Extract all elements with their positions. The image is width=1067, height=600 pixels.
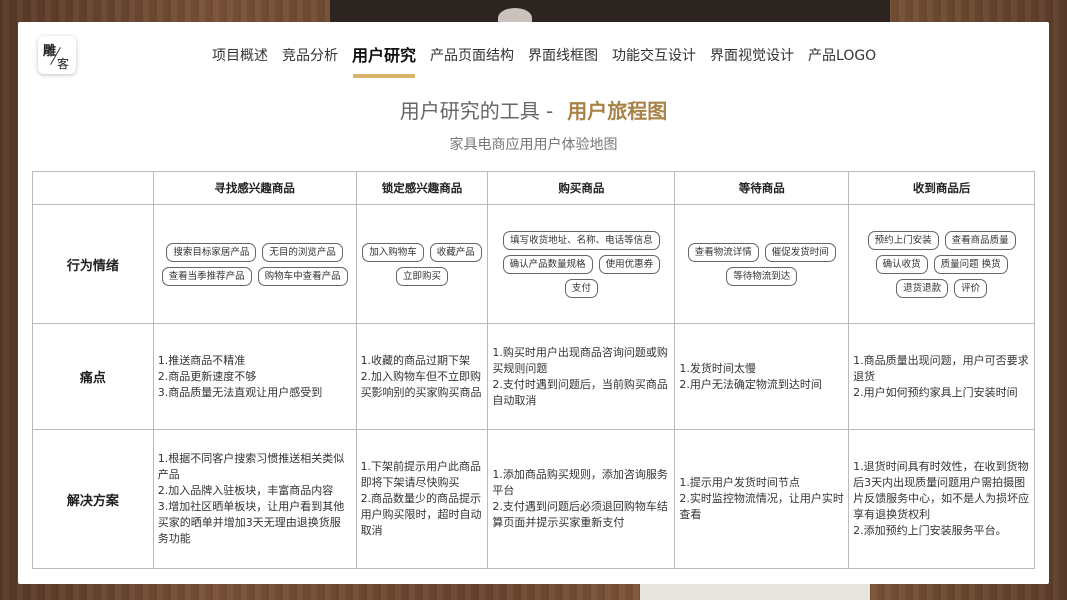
solution-item: 2.支付遇到问题后必须退回购物车结算页面并提示买家重新支付 <box>492 500 668 529</box>
behavior-tag: 确认收货 <box>875 254 928 274</box>
behavior-tags: 加入购物车 收藏产品立即购买 <box>357 237 488 292</box>
page-title: 用户研究的工具 - 用户旅程图 <box>18 95 1049 124</box>
behavior-tag: 查看商品质量 <box>944 230 1016 250</box>
solution-cell-2: 1.添加商品购买规则，添加咨询服务平台 2.支付遇到问题后必须退回购物车结算页面并… <box>487 429 676 569</box>
pain-item: 2.用户如何预约家具上门安装时间 <box>853 385 1018 399</box>
solution-item: 1.提示用户发货时间节点 <box>679 476 800 489</box>
behavior-tag: 等待物流到达 <box>726 266 798 286</box>
pain-item: 2.加入购物车但不立即购买影响别的买家购买商品 <box>360 369 482 399</box>
solution-cell-0: 1.根据不同客户搜索习惯推送相关类似产品 2.加入品牌入驻板块，丰富商品内容 3.增… <box>152 429 357 569</box>
pain-item: 1.商品质量出现问题，用户可否要求退货 <box>853 353 1029 383</box>
pain-cell-4: 1.商品质量出现问题，用户可否要求退货 2.用户如何预约家具上门安装时间 <box>848 323 1035 430</box>
solution-item: 2.商品数量少的商品提示用户购买限时，超时自动取消 <box>360 492 482 537</box>
behavior-tags: 查看物流详情 催促发货时间等待物流到达 <box>675 237 848 292</box>
row-label-behavior: 行为情绪 <box>32 204 154 324</box>
behavior-tags: 预约上门安装 查看商品质量 确认收货 质量问题 换货退货退款 评价 <box>849 225 1034 304</box>
behavior-cell-1: 加入购物车 收藏产品立即购买 <box>355 204 489 324</box>
solution-cell-4: 1.退货时间具有时效性，在收到货物后3天内出现质量问题用户需拍摄图片反馈服务中心… <box>848 429 1035 569</box>
column-header-3: 购买商品 <box>487 171 676 205</box>
table-row-solution: 解决方案 1.根据不同客户搜索习惯推送相关类似产品 2.加入品牌入驻板块，丰富商品内… <box>32 429 1035 569</box>
nav-tab-6[interactable]: 界面视觉设计 <box>703 46 801 72</box>
solution-item: 1.添加商品购买规则，添加咨询服务平台 <box>492 468 668 497</box>
behavior-tag: 收藏产品 <box>429 242 482 262</box>
behavior-tag: 立即购买 <box>395 266 448 286</box>
pain-item: 2.支付时遇到问题后，当前购买商品自动取消 <box>492 377 668 407</box>
solution-item: 1.退货时间具有时效性，在收到货物后3天内出现质量问题用户需拍摄图片反馈服务中心… <box>853 460 1030 521</box>
behavior-tag: 使用优惠券 <box>598 254 661 274</box>
pain-cell-0: 1.推送商品不精准 2.商品更新速度不够 3.商品质量无法直观让用户感受到 <box>152 323 357 430</box>
solution-cell-3: 1.提示用户发货时间节点 2.实时监控物流情况，让用户实时查看 <box>674 429 850 569</box>
background-bench <box>640 582 870 600</box>
nav-tab-1[interactable]: 竞品分析 <box>275 46 345 72</box>
table-row-behavior: 行为情绪 搜索目标家居产品 无目的浏览产品 查看当季推荐产品 购物车中查看产品 加入购物车… <box>32 204 1035 324</box>
behavior-cell-3: 查看物流详情 催促发货时间等待物流到达 <box>674 204 850 324</box>
column-header-4: 等待商品 <box>674 171 850 205</box>
solution-item: 2.实时监控物流情况，让用户实时查看 <box>679 492 844 521</box>
behavior-tag: 退货退款 <box>896 278 949 298</box>
logo-char-2: 客 <box>57 57 70 71</box>
table-header-row: 寻找感兴趣商品 锁定感兴趣商品 购买商品 等待商品 收到商品后 <box>32 171 1035 205</box>
pain-item: 1.推送商品不精准 <box>157 353 246 367</box>
nav-tab-4[interactable]: 界面线框图 <box>521 46 605 72</box>
behavior-tag: 购物车中查看产品 <box>257 266 348 286</box>
behavior-tag: 质量问题 换货 <box>933 254 1008 274</box>
nav-tab-5[interactable]: 功能交互设计 <box>605 46 703 72</box>
behavior-tag: 查看物流详情 <box>687 242 759 262</box>
pain-item: 2.商品更新速度不够 <box>157 369 257 383</box>
column-header-5: 收到商品后 <box>848 171 1035 205</box>
behavior-tag: 确认产品数量规格 <box>502 254 593 274</box>
pain-item: 1.收藏的商品过期下架 <box>360 353 471 367</box>
top-nav: 项目概述 竞品分析 用户研究 产品页面结构 界面线框图 功能交互设计 界面视觉设计 产品LOG… <box>205 46 883 78</box>
column-header-1: 寻找感兴趣商品 <box>152 171 357 205</box>
pain-item: 2.用户无法确定物流到达时间 <box>679 377 822 391</box>
page-subtitle: 家具电商应用用户体验地图 <box>449 137 618 153</box>
nav-tab-7[interactable]: 产品LOGO <box>801 46 883 72</box>
table-row-pain: 痛点 1.推送商品不精准 2.商品更新速度不够 3.商品质量无法直观让用户感受到 1.收… <box>32 323 1035 430</box>
behavior-cell-2: 填写收货地址、名称、电话等信息 确认产品数量规格 使用优惠券 支付 <box>487 204 676 324</box>
column-header-2: 锁定感兴趣商品 <box>355 171 489 205</box>
pain-item: 3.商品质量无法直观让用户感受到 <box>157 385 323 399</box>
pain-cell-1: 1.收藏的商品过期下架 2.加入购物车但不立即购买影响别的买家购买商品 <box>355 323 489 430</box>
behavior-tag: 评价 <box>954 278 988 298</box>
behavior-tag: 加入购物车 <box>362 242 424 262</box>
slide-card: 雕 客 项目概述 竞品分析 用户研究 产品页面结构 界面线框图 功能交互设计 界面视觉设计产… <box>18 22 1049 584</box>
behavior-tag: 催促发货时间 <box>764 242 836 262</box>
column-header-0 <box>32 171 154 205</box>
behavior-tags: 填写收货地址、名称、电话等信息 确认产品数量规格 使用优惠券 支付 <box>488 225 674 304</box>
title-prefix: 用户研究的工具 - <box>399 99 554 123</box>
behavior-tag: 搜索目标家居产品 <box>166 242 257 262</box>
row-label-solution: 解决方案 <box>32 429 154 569</box>
solution-item: 1.下架前提示用户此商品即将下架请尽快购买 <box>360 460 482 489</box>
nav-tab-2[interactable]: 用户研究 <box>345 46 423 78</box>
pain-item: 1.发货时间太慢 <box>679 361 756 375</box>
nav-tab-0[interactable]: 项目概述 <box>205 46 275 72</box>
nav-tab-3[interactable]: 产品页面结构 <box>423 46 521 72</box>
solution-item: 2.添加预约上门安装服务平台。 <box>853 524 1007 537</box>
solution-item: 3.增加社区晒单板块，让用户看到其他买家的晒单并增加3天无理由退换货服务功能 <box>157 500 345 545</box>
solution-item: 1.根据不同客户搜索习惯推送相关类似产品 <box>157 452 345 481</box>
pain-item: 1.购买时用户出现商品咨询问题或购买规则问题 <box>492 345 668 375</box>
behavior-cell-4: 预约上门安装 查看商品质量 确认收货 质量问题 换货退货退款 评价 <box>848 204 1035 324</box>
behavior-cell-0: 搜索目标家居产品 无目的浏览产品 查看当季推荐产品 购物车中查看产品 <box>152 204 357 324</box>
behavior-tag: 填写收货地址、名称、电话等信息 <box>503 230 660 250</box>
background-shelf <box>330 0 890 24</box>
behavior-tag: 无目的浏览产品 <box>262 242 343 262</box>
behavior-tags: 搜索目标家居产品 无目的浏览产品 查看当季推荐产品 购物车中查看产品 <box>154 237 356 292</box>
title-accent: 用户旅程图 <box>567 99 668 123</box>
behavior-tag: 支付 <box>564 278 598 298</box>
behavior-tag: 查看当季推荐产品 <box>161 266 252 286</box>
pain-cell-2: 1.购买时用户出现商品咨询问题或购买规则问题 2.支付时遇到问题后，当前购买商品自… <box>487 323 676 430</box>
brand-logo[interactable]: 雕 客 <box>38 36 76 74</box>
row-label-pain: 痛点 <box>32 323 154 430</box>
solution-item: 2.加入品牌入驻板块，丰富商品内容 <box>157 484 334 497</box>
behavior-tag: 预约上门安装 <box>867 230 939 250</box>
solution-cell-1: 1.下架前提示用户此商品即将下架请尽快购买 2.商品数量少的商品提示用户购买限时，… <box>355 429 489 569</box>
journey-map-table: 寻找感兴趣商品 锁定感兴趣商品 购买商品 等待商品 收到商品后 行为情绪 搜索目标家居产品… <box>32 171 1035 569</box>
pain-cell-3: 1.发货时间太慢 2.用户无法确定物流到达时间 <box>674 323 850 430</box>
